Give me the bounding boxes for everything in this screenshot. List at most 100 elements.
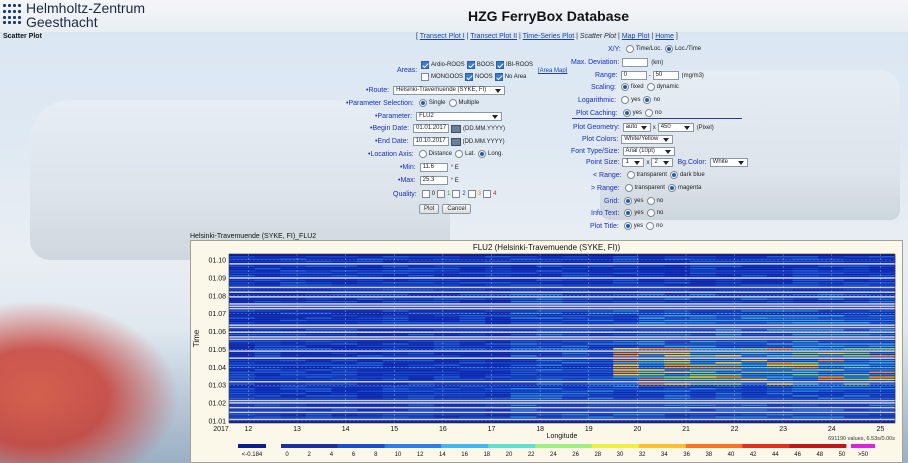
colorbar-segment: [375, 444, 385, 448]
param-multiple-radio[interactable]: [448, 99, 457, 107]
area-map-link[interactable]: [Area Map]: [538, 68, 567, 74]
scaling-dynamic-radio[interactable]: [646, 83, 655, 91]
heatmap-cell: [485, 369, 512, 371]
max-deviation-input[interactable]: [622, 58, 649, 67]
heatmap-cell: [331, 281, 358, 284]
calendar-icon[interactable]: [451, 124, 462, 133]
heatmap-cell: [229, 359, 256, 362]
range-dash: -: [648, 72, 651, 79]
cancel-button[interactable]: Cancel: [442, 204, 472, 214]
area-no-area-checkbox[interactable]: [494, 73, 503, 81]
nav-transect-plot-2[interactable]: Transect Plot II: [470, 33, 517, 40]
geometry-width-select[interactable]: auto: [622, 123, 651, 132]
heatmap-cell: [792, 319, 819, 322]
geometry-height-select[interactable]: 450: [657, 123, 694, 132]
nav-map-plot[interactable]: Map Plot: [622, 33, 650, 40]
grid-yes-radio[interactable]: [624, 197, 633, 205]
heatmap-cell: [818, 373, 845, 376]
quality-4-checkbox[interactable]: [483, 190, 492, 198]
range-max-input[interactable]: 50: [652, 71, 679, 80]
info-no-radio[interactable]: [646, 209, 655, 217]
bg-color-select[interactable]: White: [709, 158, 748, 167]
heatmap-cell: [229, 289, 256, 291]
heatmap-cell: [690, 352, 717, 355]
area-mongoos-checkbox[interactable]: [421, 73, 429, 81]
heatmap-cell: [613, 340, 640, 343]
heatmap-cell: [485, 281, 512, 284]
point-size-b-select[interactable]: 2: [651, 158, 674, 167]
heatmap-cell: [562, 281, 589, 284]
title-yes-radio[interactable]: [623, 222, 632, 230]
heatmap-cell: [613, 397, 640, 400]
lt-transparent-radio[interactable]: [626, 171, 635, 179]
route-select[interactable]: Helsinki-Travemuende (SYKE, FI): [393, 86, 506, 95]
colorbar-segment: [667, 444, 677, 448]
heatmap-cell: [510, 362, 537, 364]
area-boos-checkbox[interactable]: [466, 61, 475, 69]
nav-transect-plot-1[interactable]: Transect Plot I: [420, 33, 465, 40]
range-min-input[interactable]: 0: [620, 71, 647, 80]
heatmap-cell: [510, 364, 537, 367]
gt-magenta-radio[interactable]: [667, 184, 676, 192]
plot-colors-select[interactable]: White/Yellow: [621, 135, 674, 144]
calendar-icon[interactable]: [450, 137, 461, 146]
end-date-input[interactable]: 10.10.2017: [412, 137, 449, 146]
log-yes-radio[interactable]: [621, 96, 630, 104]
info-yes-label: yes: [634, 210, 644, 216]
info-yes-radio[interactable]: [624, 209, 633, 217]
nav-home[interactable]: Home: [655, 33, 674, 40]
area-noos-checkbox[interactable]: [465, 73, 474, 81]
heatmap-cell: [280, 364, 307, 367]
heatmap-cell: [715, 340, 742, 343]
min-input[interactable]: 11.6: [419, 163, 448, 172]
heatmap-cell: [510, 397, 537, 400]
heatmap-cell: [587, 300, 614, 303]
parameter-select[interactable]: FLU2: [416, 112, 503, 121]
param-single-radio[interactable]: [418, 99, 427, 107]
heatmap-cell: [792, 413, 819, 416]
title-no-radio[interactable]: [646, 222, 655, 230]
heatmap-cell: [229, 409, 256, 411]
loc-distance-radio[interactable]: [418, 150, 427, 158]
heatmap-cell: [869, 333, 896, 336]
quality-3-checkbox[interactable]: [467, 190, 476, 198]
lt-dark-blue-radio[interactable]: [669, 171, 678, 179]
quality-2-checkbox[interactable]: [452, 190, 461, 198]
xy-loc-time-radio[interactable]: [664, 45, 673, 53]
buttons-row: Plot Cancel: [419, 204, 472, 214]
heatmap-cell: [715, 274, 742, 277]
heatmap-cell: [331, 270, 358, 272]
max-input[interactable]: 25.3: [419, 176, 448, 185]
heatmap-cell: [357, 270, 384, 272]
area-ardio-roos-checkbox[interactable]: [421, 61, 429, 69]
heatmap-cell: [613, 293, 640, 296]
loc-long-radio[interactable]: [478, 150, 487, 158]
heatmap-cell: [254, 272, 281, 275]
colorbar-segment: [488, 444, 498, 448]
caching-yes-radio[interactable]: [622, 109, 631, 117]
grid-no-radio[interactable]: [646, 197, 655, 205]
scaling-fixed-radio[interactable]: [620, 83, 629, 91]
heatmap-cell: [792, 345, 819, 348]
log-no-radio[interactable]: [643, 96, 652, 104]
caching-no-radio[interactable]: [644, 109, 653, 117]
heatmap-cell: [818, 378, 845, 381]
plot-button[interactable]: Plot: [419, 204, 440, 214]
font-select[interactable]: Arial (10pt): [622, 147, 675, 156]
gt-transparent-radio[interactable]: [624, 184, 633, 192]
heatmap-cell: [357, 340, 384, 343]
heatmap-cell: [357, 397, 384, 400]
area-ibi-roos-checkbox[interactable]: [496, 61, 505, 69]
quality-1-checkbox[interactable]: [437, 190, 446, 198]
xy-time-loc-radio[interactable]: [625, 45, 634, 53]
heatmap-cell: [459, 390, 486, 392]
heatmap-cell: [690, 310, 717, 312]
point-size-a-select[interactable]: 1: [622, 158, 645, 167]
nav-time-series-plot[interactable]: Time-Series Plot: [523, 33, 574, 40]
heatmap-cell: [229, 392, 256, 395]
heatmap-cell: [254, 404, 281, 407]
heatmap-cell: [280, 312, 307, 315]
begin-date-input[interactable]: 01.01.2017: [413, 124, 450, 133]
quality-0-checkbox[interactable]: [421, 190, 430, 198]
loc-lat-radio[interactable]: [455, 150, 463, 158]
